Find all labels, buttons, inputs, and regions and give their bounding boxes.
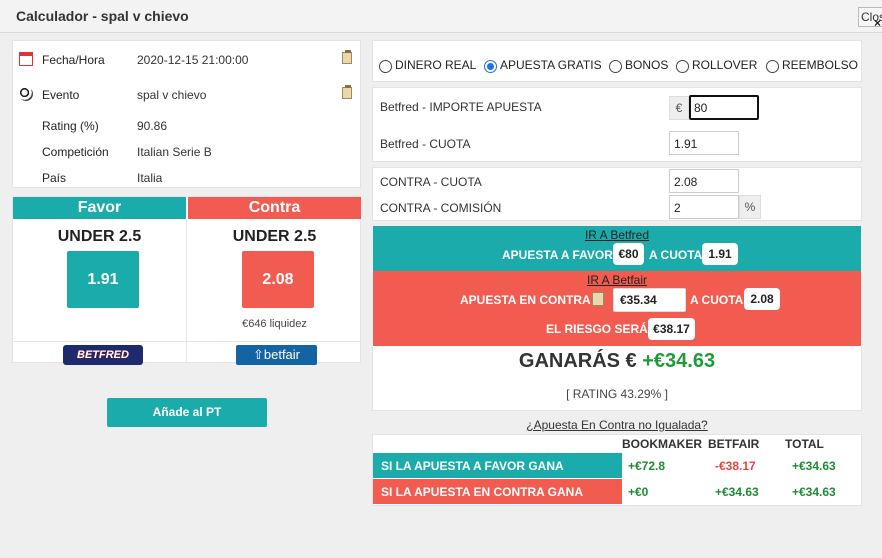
info-row-pais: País Italia (13, 168, 360, 188)
info-label: Evento (42, 88, 80, 102)
add-to-pt-button[interactable]: Añade al PT (107, 398, 267, 427)
favor-odd: 1.91 (67, 251, 139, 308)
info-value: 2020-12-15 21:00:00 (137, 53, 249, 67)
odds-panel: Favor Contra UNDER 2.5 UNDER 2.5 1.91 2.… (12, 196, 361, 365)
close-icon[interactable]: × (874, 16, 881, 30)
info-value: Italian Serie B (137, 145, 212, 159)
cell-betfair: +€34.63 (715, 485, 759, 499)
copy-icon[interactable] (342, 85, 352, 99)
col-header-bookmaker: BOOKMAKER (622, 437, 702, 451)
result-label: GANARÁS € (518, 350, 637, 372)
info-label: País (42, 171, 67, 185)
cell-betfair: -€38.17 (715, 459, 756, 473)
window-title: Calculador - spal v chievo (16, 8, 189, 24)
result-rating: [ RATING 43.29% ] (566, 387, 668, 401)
calendar-icon (19, 52, 33, 66)
info-label: Competición (42, 145, 109, 159)
info-row-evento: Evento spal v chievo (13, 85, 360, 105)
event-info-panel: Fecha/Hora 2020-12-15 21:00:00 Evento sp… (12, 40, 361, 188)
contra-market: UNDER 2.5 (232, 228, 317, 245)
unmatched-bet-link[interactable]: ¿Apuesta En Contra no Igualada? (372, 418, 862, 432)
contra-odd: 2.08 (242, 251, 314, 308)
info-label: Rating (%) (42, 119, 99, 133)
info-row-fecha: Fecha/Hora 2020-12-15 21:00:00 (13, 50, 360, 70)
soccer-ball-icon (19, 87, 33, 101)
info-value: spal v chievo (137, 88, 207, 102)
cell-bookmaker: +€0 (628, 485, 649, 499)
liquidity-text: €646 liquidez (242, 318, 307, 330)
col-header-betfair: BETFAIR (708, 437, 760, 451)
result-amount: +€34.63 (642, 350, 716, 372)
favor-header: Favor (13, 197, 186, 219)
info-row-rating: Rating (%) 90.86 (13, 116, 360, 136)
betfred-logo[interactable]: BETFRED (63, 345, 143, 365)
betfair-logo[interactable]: ⇧betfair (236, 345, 317, 365)
cell-total: +€34.63 (792, 459, 836, 473)
cell-total: +€34.63 (792, 485, 836, 499)
contra-header: Contra (188, 197, 361, 219)
info-row-competicion: Competición Italian Serie B (13, 142, 360, 162)
info-value: 90.86 (137, 119, 168, 133)
copy-icon[interactable] (342, 50, 352, 64)
row-label-contra: SI LA APUESTA EN CONTRA GANA (373, 479, 622, 504)
odds-divider (13, 341, 360, 342)
row-label-favor: SI LA APUESTA A FAVOR GANA (373, 453, 622, 478)
info-label: Fecha/Hora (42, 53, 105, 67)
cell-bookmaker: +€72.8 (628, 459, 666, 473)
col-header-total: TOTAL (785, 437, 824, 451)
favor-market: UNDER 2.5 (57, 228, 142, 245)
result-title: GANARÁS € +€34.63 (372, 350, 862, 373)
info-value: Italia (137, 171, 163, 185)
